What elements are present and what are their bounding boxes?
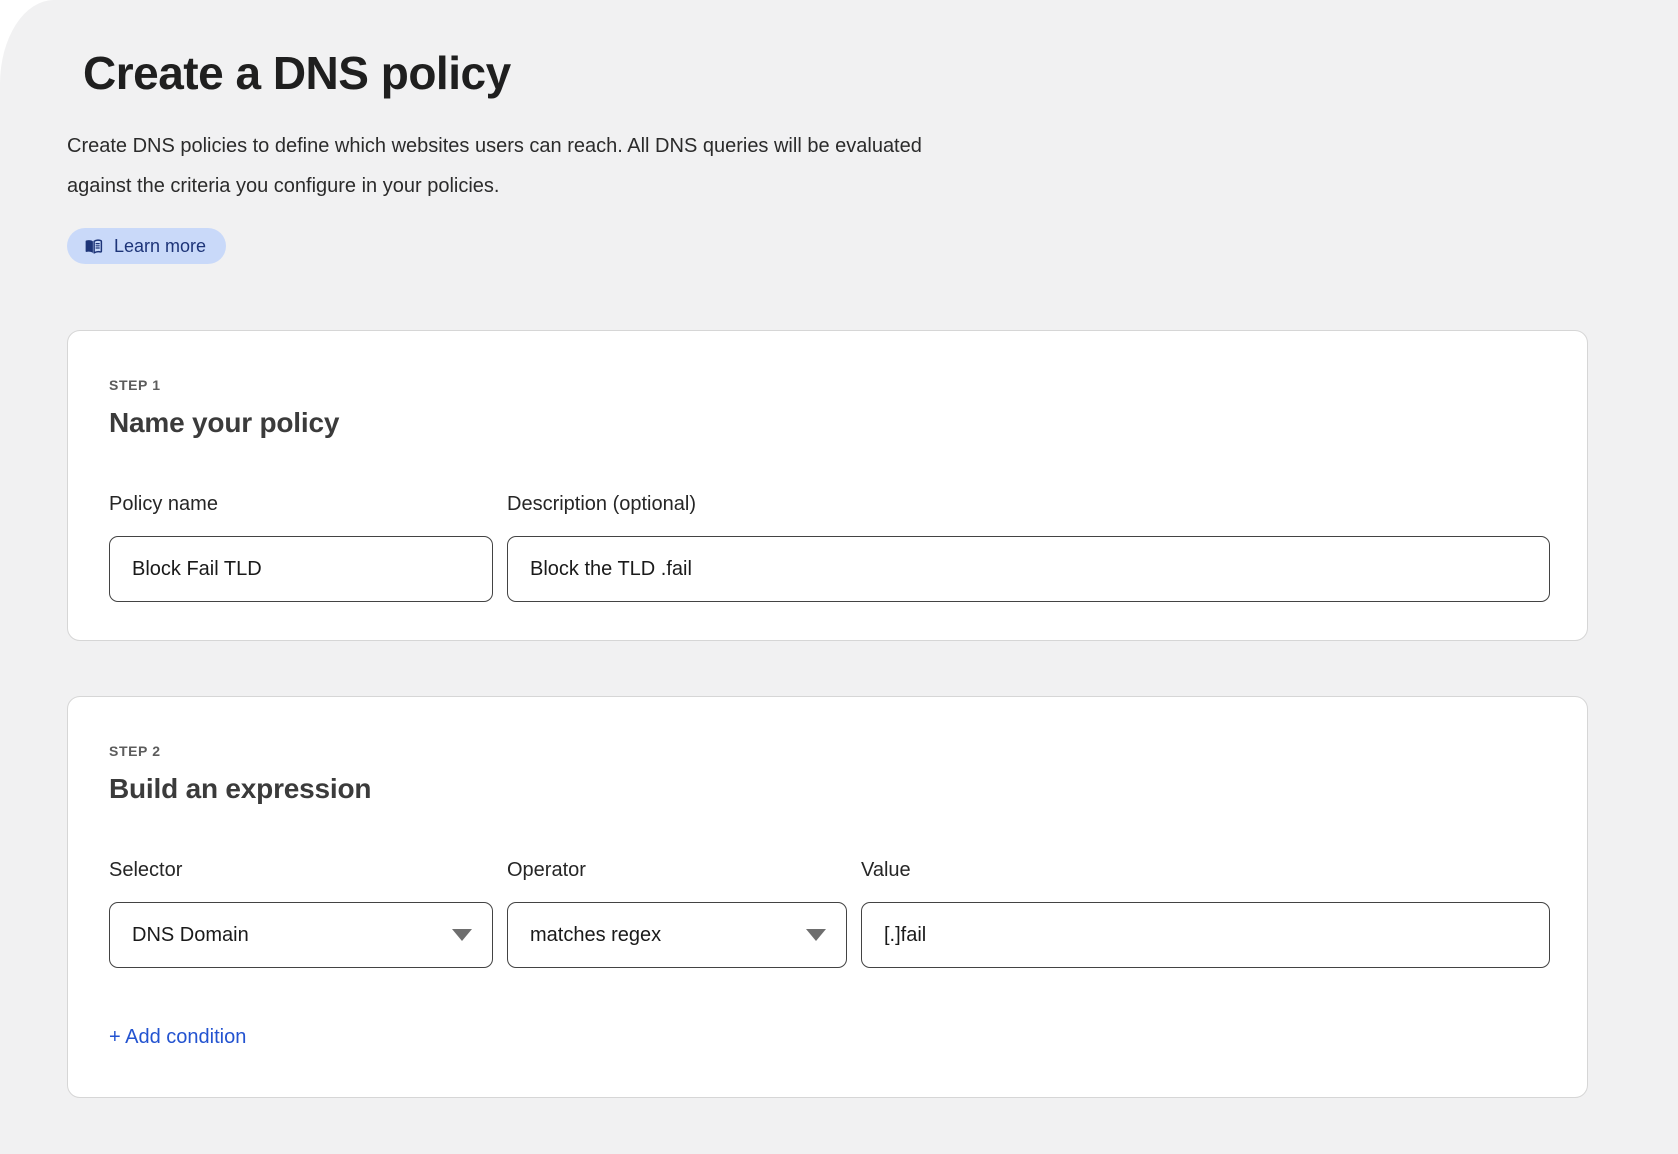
policy-description-label: Description (optional) [507, 493, 1550, 516]
learn-more-label: Learn more [114, 236, 206, 257]
caret-down-icon [806, 929, 826, 941]
policy-description-field: Description (optional) [507, 493, 1550, 602]
learn-more-button[interactable]: Learn more [67, 228, 226, 264]
value-field: Value [861, 859, 1550, 968]
policy-name-input[interactable] [109, 536, 493, 602]
policy-name-label: Policy name [109, 493, 493, 516]
step1-heading: Name your policy [109, 407, 1550, 439]
selector-field: Selector DNS Domain [109, 859, 493, 968]
selector-dropdown[interactable]: DNS Domain [109, 902, 493, 968]
selector-value: DNS Domain [132, 924, 249, 947]
operator-label: Operator [507, 859, 847, 882]
value-input[interactable] [861, 902, 1550, 968]
page-description: Create DNS policies to define which webs… [67, 126, 987, 206]
page-title: Create a DNS policy [83, 46, 1588, 100]
step2-heading: Build an expression [109, 773, 1550, 805]
book-icon [83, 236, 104, 257]
operator-value: matches regex [530, 924, 661, 947]
selector-label: Selector [109, 859, 493, 882]
value-label: Value [861, 859, 1550, 882]
page-canvas: Create a DNS policy Create DNS policies … [0, 0, 1678, 1154]
step1-card: STEP 1 Name your policy Policy name Desc… [67, 330, 1588, 641]
step1-label: STEP 1 [109, 377, 1550, 393]
add-condition-link[interactable]: + Add condition [109, 1026, 246, 1049]
caret-down-icon [452, 929, 472, 941]
policy-name-field: Policy name [109, 493, 493, 602]
step1-field-row: Policy name Description (optional) [109, 493, 1550, 602]
step2-field-row: Selector DNS Domain Operator matches reg… [109, 859, 1550, 968]
policy-description-input[interactable] [507, 536, 1550, 602]
operator-dropdown[interactable]: matches regex [507, 902, 847, 968]
operator-field: Operator matches regex [507, 859, 847, 968]
step2-card: STEP 2 Build an expression Selector DNS … [67, 696, 1588, 1098]
step2-label: STEP 2 [109, 743, 1550, 759]
